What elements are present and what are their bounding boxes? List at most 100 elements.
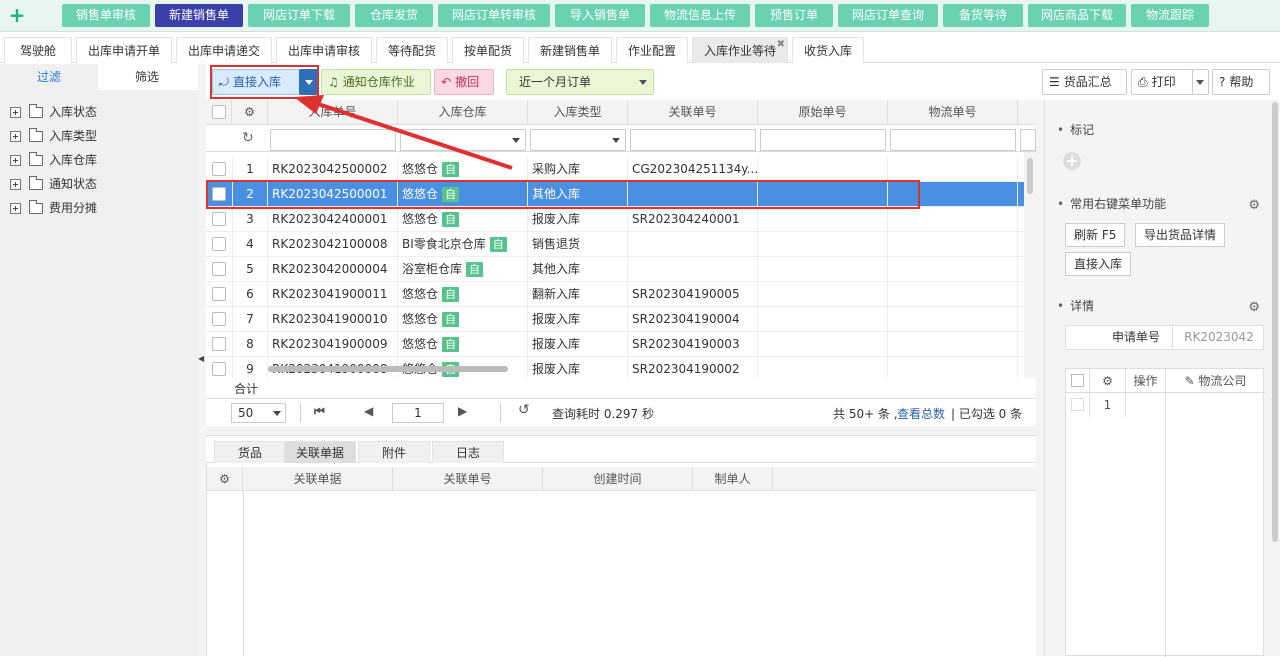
prev-page-icon[interactable]: ◀	[364, 404, 373, 418]
row-checkbox[interactable]	[212, 362, 226, 376]
filter-logistics-no[interactable]	[890, 129, 1016, 151]
refresh-button[interactable]: 刷新 F5	[1065, 223, 1126, 247]
table-row[interactable]: 1 RK2023042500002 悠悠仓自采购入库 CG202304251134y.…	[206, 157, 1026, 182]
reload-icon[interactable]: ↺	[518, 402, 530, 418]
col-related-no[interactable]: 关联单号	[393, 467, 543, 491]
panel-splitter[interactable]	[206, 426, 1036, 436]
goods-summary-button[interactable]: ☰ 货品汇总	[1042, 69, 1127, 95]
tree-item-cost-allocation[interactable]: 费用分摊	[10, 196, 97, 220]
nav-shop-order-to-review[interactable]: 网店订单转审核	[438, 4, 550, 27]
tree-item-inbound-status[interactable]: 入库状态	[10, 100, 97, 124]
page-size-select[interactable]: 50	[231, 403, 286, 423]
expand-icon[interactable]	[10, 178, 21, 190]
print-dropdown[interactable]	[1192, 69, 1209, 95]
grid-vertical-scrollbar[interactable]	[1024, 152, 1036, 378]
row-checkbox[interactable]	[212, 312, 226, 326]
page-input[interactable]: 1	[392, 403, 444, 423]
scroll-thumb[interactable]	[1027, 158, 1033, 194]
close-icon[interactable]: ✖	[777, 32, 785, 58]
tab-filter[interactable]: 过滤	[0, 64, 98, 90]
tab-new-sales-order[interactable]: 新建销售单	[528, 37, 612, 63]
column-settings-icon[interactable]: ⚙	[1090, 369, 1126, 393]
row-checkbox[interactable]	[212, 337, 226, 351]
col-related-no[interactable]: 关联单号	[628, 100, 758, 125]
notify-warehouse-button[interactable]: ♫ 通知仓库作业	[321, 69, 431, 95]
print-button[interactable]: ⎙ 打印	[1131, 69, 1193, 95]
row-checkbox[interactable]	[212, 212, 226, 226]
nav-sales-review[interactable]: 销售单审核	[62, 4, 150, 27]
nav-presale-order[interactable]: 预售订单	[755, 4, 833, 27]
left-collapse-handle[interactable]: ◀	[198, 64, 206, 656]
period-select[interactable]: 近一个月订单	[506, 69, 654, 95]
tab-outbound-apply-create[interactable]: 出库申请开单	[76, 37, 172, 63]
table-row[interactable]: 8 RK2023041900009 悠悠仓自报废入库 SR202304190003	[206, 332, 1026, 357]
revoke-button[interactable]: ↶ 撤回	[434, 69, 494, 95]
tab-outbound-apply-review[interactable]: 出库申请审核	[276, 37, 372, 63]
tree-item-inbound-type[interactable]: 入库类型	[10, 124, 97, 148]
row-checkbox[interactable]	[1071, 398, 1084, 411]
col-inbound-no[interactable]: 入库单号	[268, 100, 398, 125]
select-all-checkbox[interactable]	[1071, 374, 1084, 387]
gear-icon[interactable]: ⚙	[1248, 198, 1260, 213]
col-warehouse[interactable]: 入库仓库	[398, 100, 528, 125]
filter-related-no[interactable]	[630, 129, 756, 151]
tab-job-config[interactable]: 作业配置	[616, 37, 688, 63]
tab-attachments[interactable]: 附件	[358, 441, 430, 463]
col-creator[interactable]: 制单人	[693, 467, 773, 491]
tab-log[interactable]: 日志	[432, 441, 504, 463]
row-checkbox[interactable]	[212, 287, 226, 301]
table-row[interactable]: 5 RK2023042000004 浴室柜仓库自其他入库	[206, 257, 1026, 282]
nav-stock-waiting[interactable]: 备货等待	[943, 4, 1023, 27]
nav-new-sales-order[interactable]: 新建销售单	[155, 4, 243, 27]
filter-original-no[interactable]	[760, 129, 886, 151]
expand-icon[interactable]	[10, 130, 21, 142]
help-button[interactable]: ? 帮助	[1212, 69, 1270, 95]
first-page-icon[interactable]: ⏮	[314, 404, 325, 419]
view-total-link[interactable]: 查看总数	[897, 405, 945, 422]
gear-icon[interactable]: ⚙	[1248, 300, 1260, 315]
row-checkbox[interactable]	[212, 262, 226, 276]
column-settings-icon[interactable]: ⚙	[207, 467, 243, 491]
expand-icon[interactable]	[10, 154, 21, 166]
filter-inbound-type[interactable]	[530, 129, 626, 151]
tab-outbound-apply-submit[interactable]: 出库申请递交	[176, 37, 272, 63]
tree-item-notify-status[interactable]: 通知状态	[10, 172, 97, 196]
tab-related-docs[interactable]: 关联单据	[284, 441, 356, 463]
row-checkbox[interactable]	[212, 237, 226, 251]
tab-await-picking[interactable]: 等待配货	[376, 37, 448, 63]
col-inbound-type[interactable]: 入库类型	[528, 100, 628, 125]
nav-shop-order-query[interactable]: 网店订单查询	[838, 4, 938, 27]
nav-shop-order-download[interactable]: 网店订单下载	[248, 4, 350, 27]
select-all-checkbox[interactable]	[211, 105, 226, 119]
col-logistics-no[interactable]: 物流单号	[888, 100, 1018, 125]
tree-item-inbound-warehouse[interactable]: 入库仓库	[10, 148, 97, 172]
tab-pick-by-order[interactable]: 按单配货	[452, 37, 524, 63]
direct-inbound-shortcut[interactable]: 直接入库	[1065, 252, 1132, 276]
filter-more[interactable]	[1020, 129, 1036, 151]
col-original-no[interactable]: 原始单号	[758, 100, 888, 125]
table-row[interactable]: 6 RK2023041900011 悠悠仓自翻新入库 SR202304190005	[206, 282, 1026, 307]
scroll-thumb[interactable]	[1272, 102, 1278, 542]
table-row[interactable]: 3 RK2023042400001 悠悠仓自报废入库 SR202304240001	[206, 207, 1026, 232]
nav-logistics-track[interactable]: 物流跟踪	[1131, 4, 1209, 27]
nav-import-sales[interactable]: 导入销售单	[555, 4, 645, 27]
nav-warehouse-ship[interactable]: 仓库发货	[355, 4, 433, 27]
expand-icon[interactable]	[10, 202, 21, 214]
add-mark-icon[interactable]: +	[1063, 152, 1081, 170]
tab-select[interactable]: 筛选	[98, 64, 196, 90]
tab-goods[interactable]: 货品	[214, 441, 286, 463]
col-related-doc[interactable]: 关联单据	[243, 467, 393, 491]
nav-logistics-upload[interactable]: 物流信息上传	[650, 4, 750, 27]
refresh-icon[interactable]: ↻	[242, 130, 254, 146]
tab-inbound-waiting[interactable]: 入库作业等待 ✖	[692, 37, 788, 63]
filter-warehouse[interactable]	[400, 129, 526, 151]
next-page-icon[interactable]: ▶	[458, 404, 467, 418]
column-settings-icon[interactable]: ⚙	[232, 100, 268, 125]
table-row[interactable]: 4 RK2023042100008 BI零食北京仓库自销售退货	[206, 232, 1026, 257]
nav-shop-goods-download[interactable]: 网店商品下载	[1028, 4, 1126, 27]
export-goods-button[interactable]: 导出货品详情	[1135, 223, 1226, 247]
table-row[interactable]: 7 RK2023041900010 悠悠仓自报废入库 SR202304190004	[206, 307, 1026, 332]
expand-icon[interactable]	[10, 106, 21, 118]
row-checkbox[interactable]	[212, 162, 226, 176]
add-icon[interactable]: +	[8, 3, 26, 27]
